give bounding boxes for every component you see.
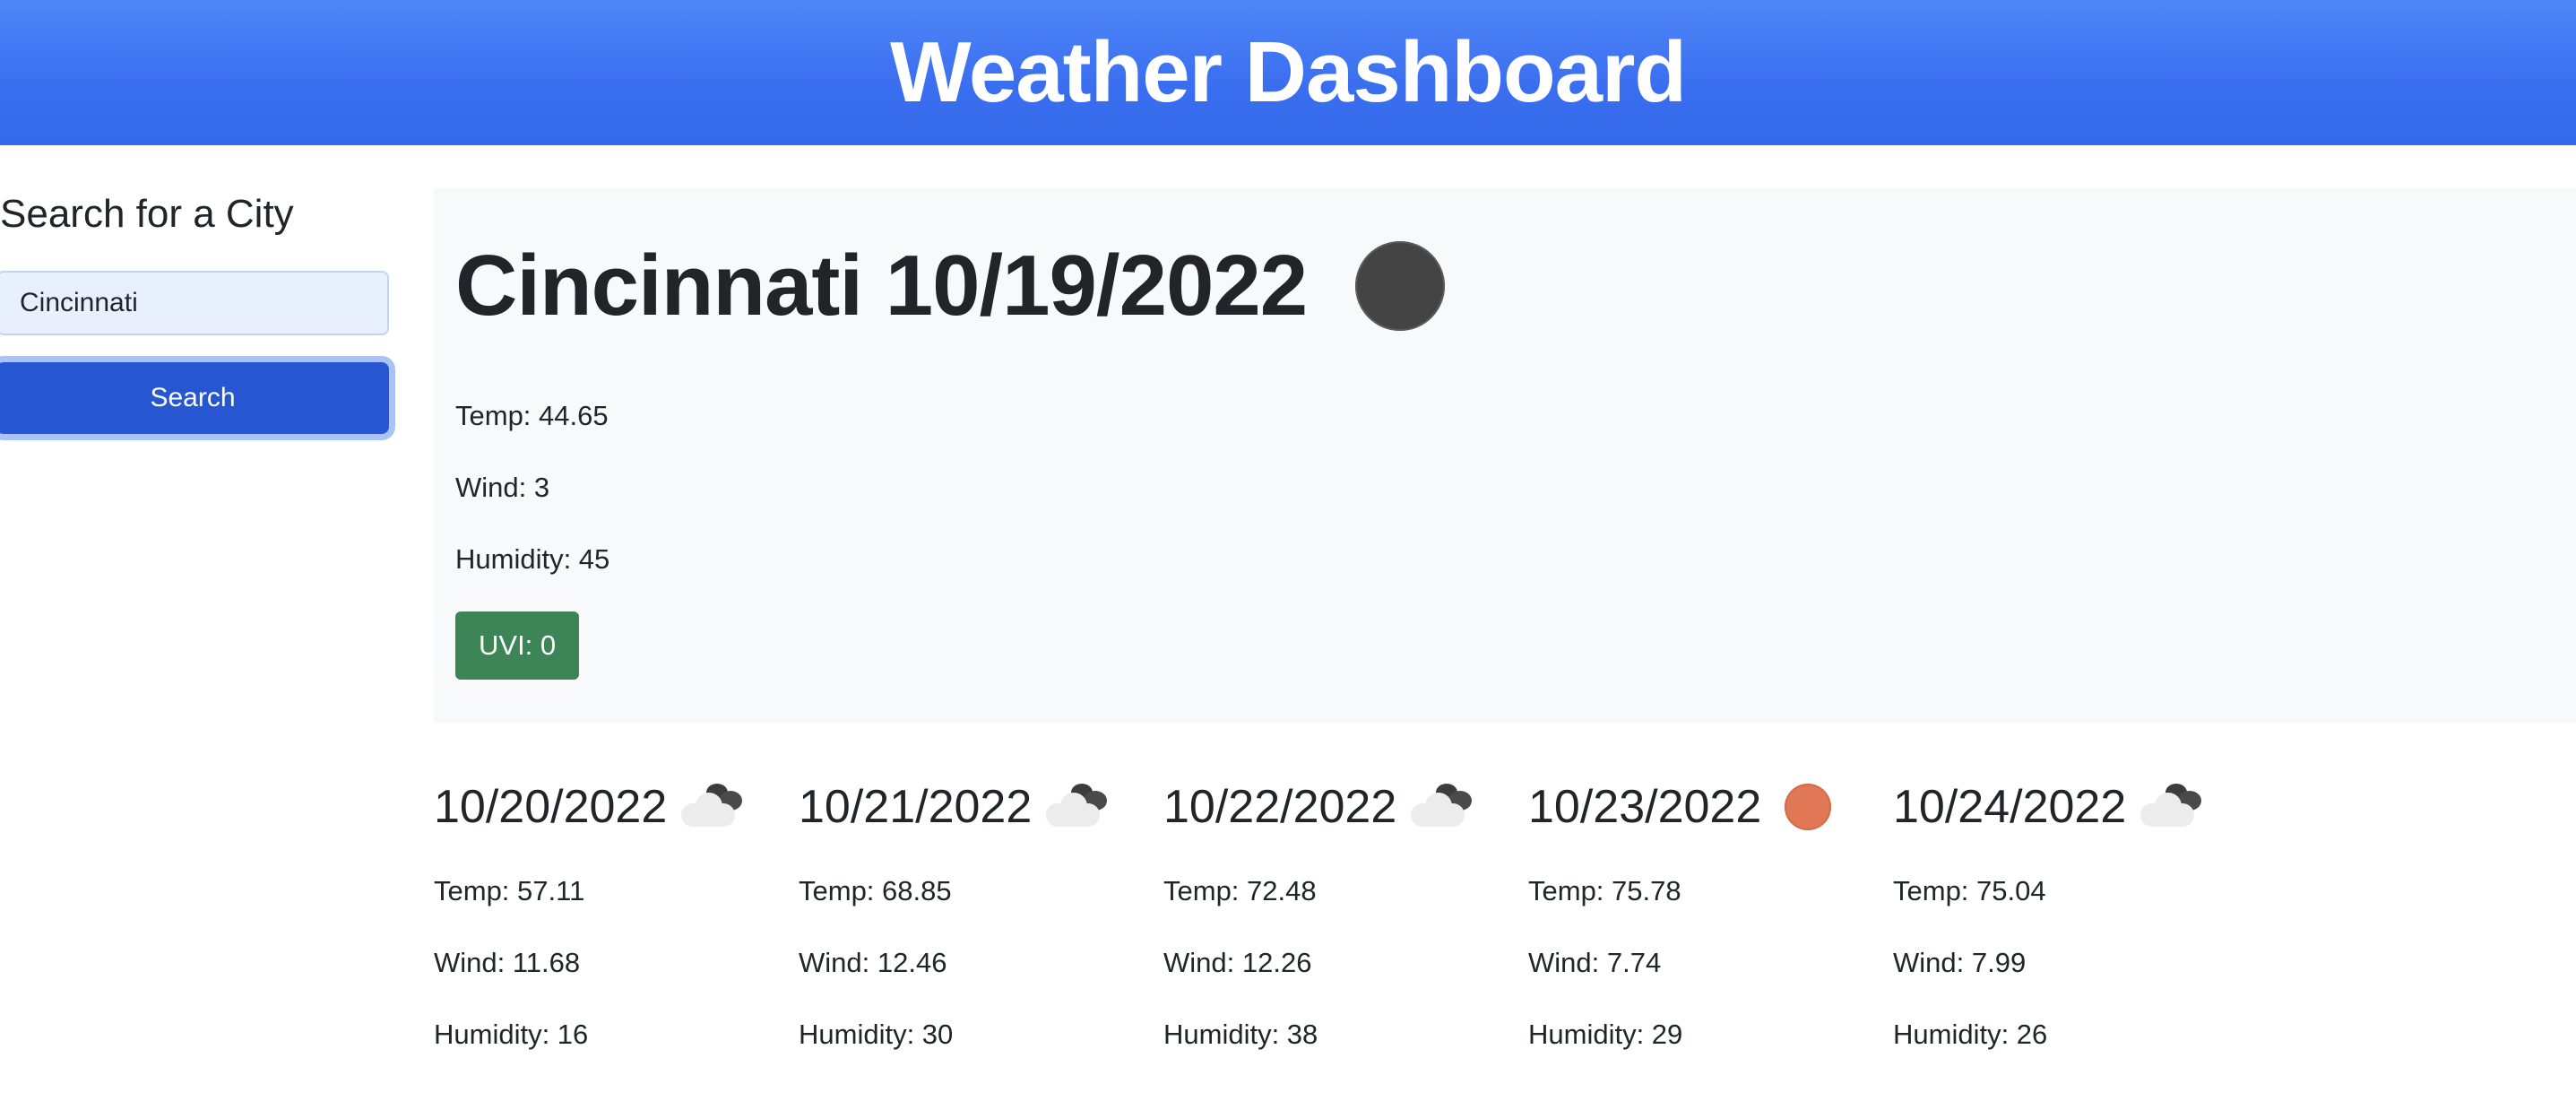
current-wind: Wind: 3	[455, 472, 550, 503]
city-search-input[interactable]	[0, 271, 389, 335]
current-temp: Temp: 44.65	[455, 400, 609, 431]
cloud-icon	[679, 782, 748, 832]
page-title: Weather Dashboard	[889, 24, 1687, 120]
five-day-forecast: 10/20/2022 Temp: 57.11 Wind: 11.68 Humid…	[434, 771, 2576, 1076]
forecast-humidity: Humidity: 16	[434, 1019, 589, 1050]
forecast-wind: Wind: 12.46	[799, 947, 947, 978]
cloud-icon	[2139, 782, 2207, 832]
forecast-card: 10/20/2022 Temp: 57.11 Wind: 11.68 Humid…	[434, 771, 792, 1076]
sun-icon	[1785, 784, 1832, 830]
forecast-wind: Wind: 12.26	[1163, 947, 1312, 978]
cloud-icon	[1044, 782, 1112, 832]
forecast-humidity: Humidity: 26	[1893, 1019, 2048, 1050]
forecast-card: 10/24/2022 Temp: 75.04 Wind: 7.99 Humidi…	[1893, 771, 2252, 1076]
forecast-date: 10/23/2022	[1528, 781, 1762, 833]
forecast-card: 10/23/2022 Temp: 75.78 Wind: 7.74 Humidi…	[1528, 771, 1887, 1076]
forecast-card-header: 10/22/2022	[1163, 780, 1477, 834]
forecast-card: 10/21/2022 Temp: 68.85 Wind: 12.46 Humid…	[799, 771, 1157, 1076]
forecast-temp: Temp: 68.85	[799, 875, 952, 906]
current-title-row: Cincinnati 10/19/2022	[455, 237, 1446, 335]
forecast-temp: Temp: 72.48	[1163, 875, 1317, 906]
forecast-card-header: 10/24/2022	[1893, 780, 2207, 834]
forecast-humidity: Humidity: 38	[1163, 1019, 1318, 1050]
forecast-humidity: Humidity: 29	[1528, 1019, 1683, 1050]
forecast-humidity: Humidity: 30	[799, 1019, 954, 1050]
forecast-date: 10/21/2022	[799, 781, 1033, 833]
forecast-date: 10/22/2022	[1163, 781, 1397, 833]
forecast-temp: Temp: 57.11	[434, 875, 585, 906]
forecast-wind: Wind: 7.74	[1528, 947, 1662, 978]
app-header: Weather Dashboard	[0, 0, 2576, 145]
search-heading: Search for a City	[0, 192, 294, 236]
forecast-temp: Temp: 75.78	[1528, 875, 1681, 906]
forecast-temp: Temp: 75.04	[1893, 875, 2046, 906]
forecast-card: 10/22/2022 Temp: 72.48 Wind: 12.26 Humid…	[1163, 771, 1522, 1076]
forecast-wind: Wind: 11.68	[434, 947, 581, 978]
search-button[interactable]: Search	[0, 362, 389, 434]
dark-circle-icon	[1355, 241, 1446, 331]
current-city-date: Cincinnati 10/19/2022	[455, 238, 1308, 334]
forecast-date: 10/20/2022	[434, 781, 668, 833]
forecast-card-header: 10/23/2022	[1528, 780, 1832, 834]
current-weather-panel: Cincinnati 10/19/2022 Temp: 44.65 Wind: …	[434, 188, 2576, 723]
forecast-card-header: 10/21/2022	[799, 780, 1112, 834]
current-humidity: Humidity: 45	[455, 543, 610, 575]
forecast-card-header: 10/20/2022	[434, 780, 748, 834]
forecast-wind: Wind: 7.99	[1893, 947, 2027, 978]
cloud-icon	[1409, 782, 1477, 832]
forecast-date: 10/24/2022	[1893, 781, 2127, 833]
uvi-badge: UVI: 0	[455, 611, 580, 680]
